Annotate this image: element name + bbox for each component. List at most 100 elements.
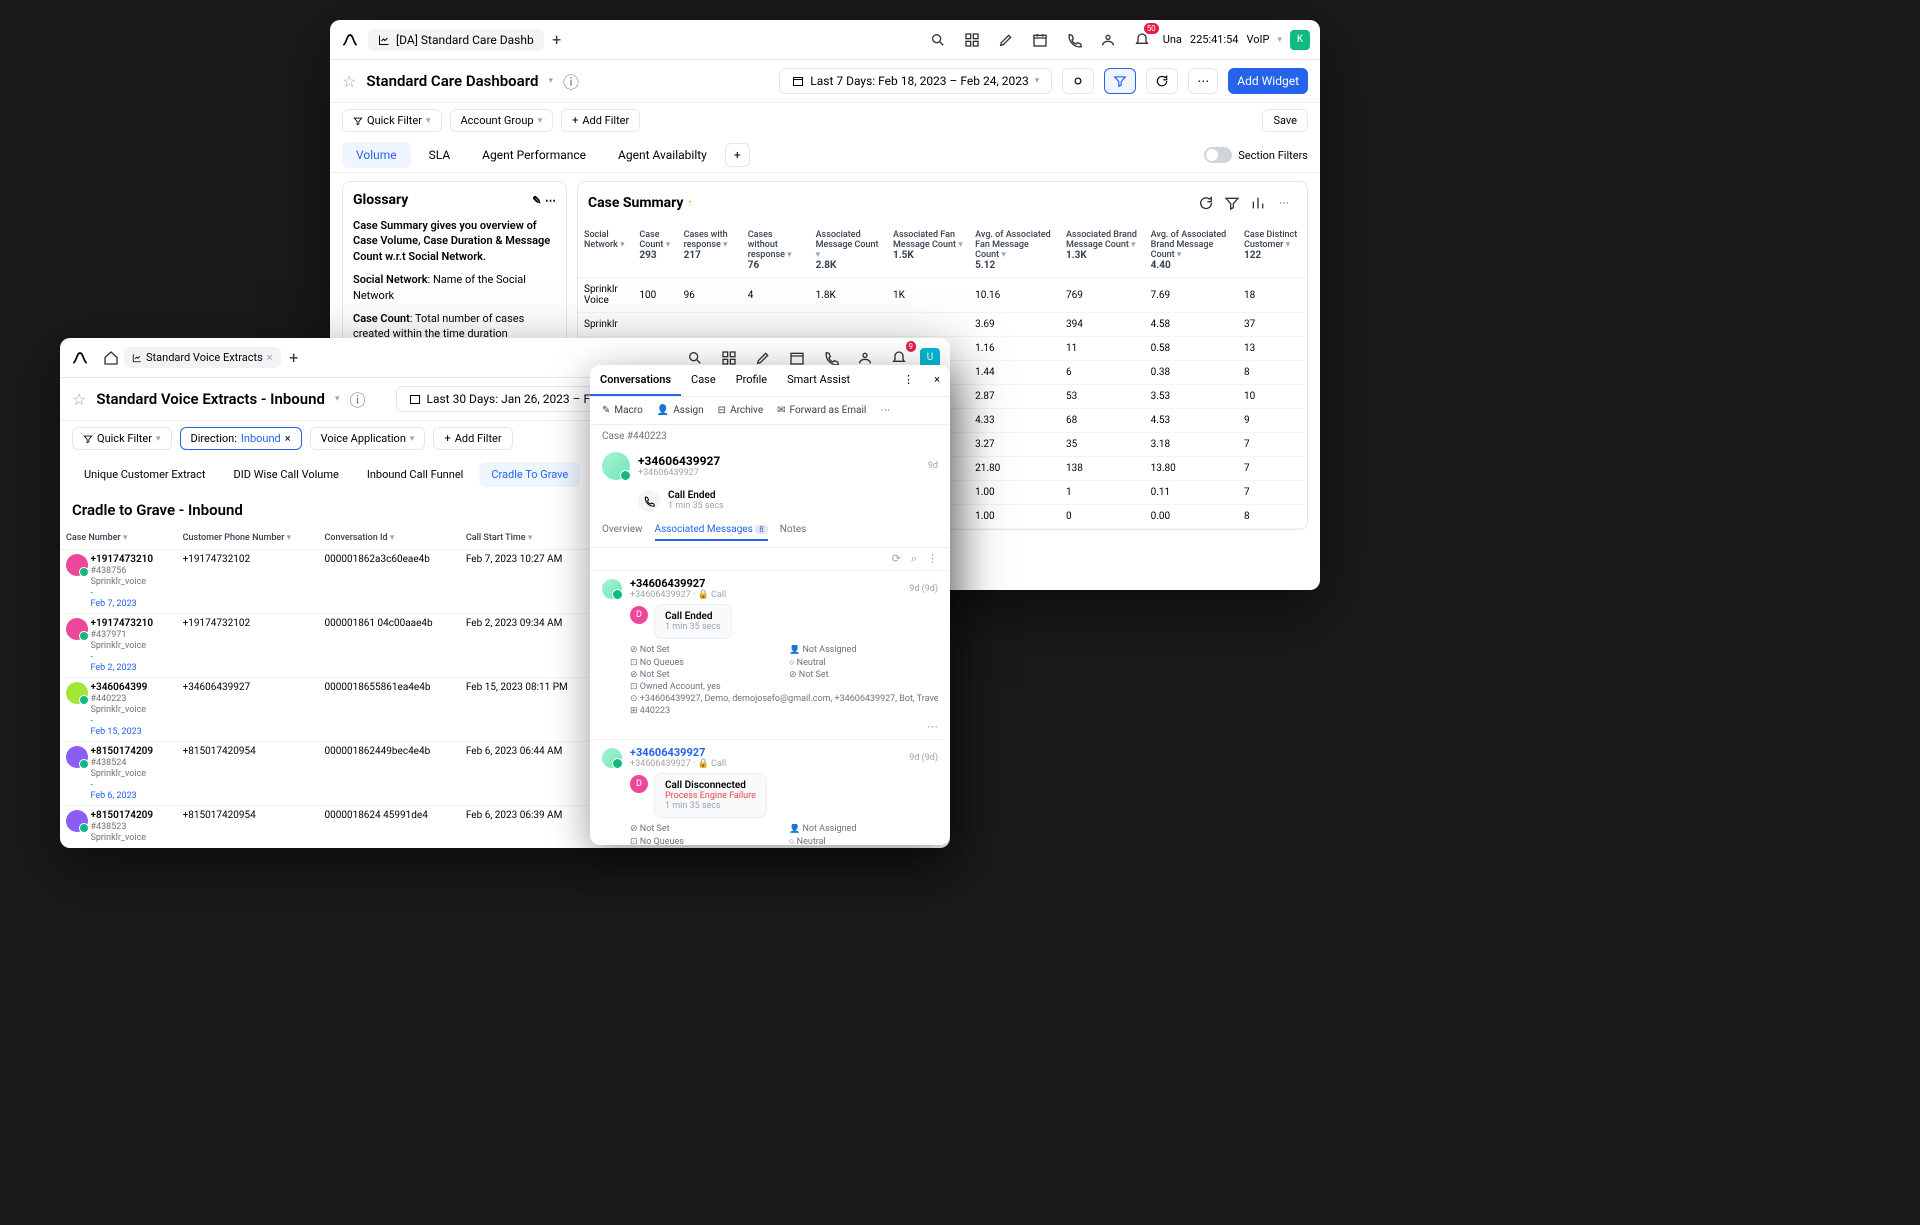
table-header[interactable]: Cases without response ▾76 — [742, 224, 810, 278]
close-icon[interactable]: × — [924, 365, 950, 396]
chevron-down-icon[interactable]: ▾ — [548, 76, 553, 86]
table-header[interactable]: Conversation Id ▾ — [318, 527, 459, 550]
table-header[interactable]: Associated Brand Message Count ▾1.3K — [1060, 224, 1145, 278]
section-filters-toggle[interactable]: Section Filters — [1204, 147, 1308, 163]
refresh-icon[interactable] — [1193, 190, 1219, 216]
account-group-pill[interactable]: Account Group▾ — [450, 109, 554, 132]
table-header[interactable]: Associated Message Count ▾2.8K — [810, 224, 887, 278]
tab-agent-performance[interactable]: Agent Performance — [468, 142, 600, 168]
tab-associated-messages[interactable]: Associated Messages 8 — [655, 524, 768, 541]
tab-sla[interactable]: SLA — [415, 142, 465, 168]
tab-cradle-to-grave[interactable]: Cradle To Grave — [479, 462, 580, 487]
chevron-down-icon[interactable]: ▾ — [335, 394, 340, 404]
tab-notes[interactable]: Notes — [780, 524, 807, 541]
add-filter-pill[interactable]: + Add Filter — [561, 109, 640, 132]
calendar-icon — [409, 393, 421, 405]
info-icon[interactable]: ⓘ — [349, 387, 365, 411]
search-icon[interactable] — [925, 27, 951, 53]
tab-profile[interactable]: Profile — [726, 365, 777, 396]
refresh-button[interactable] — [1146, 68, 1178, 94]
add-section-tab[interactable]: + — [725, 143, 750, 167]
table-row[interactable]: Sprinklr3.693944.5837 — [578, 313, 1307, 337]
tab-agent-availability[interactable]: Agent Availabilty — [604, 142, 721, 168]
search-icon[interactable]: ⌕ — [911, 552, 917, 566]
home-icon[interactable] — [98, 345, 124, 371]
notifications-icon[interactable] — [1129, 27, 1155, 53]
tab-overview[interactable]: Overview — [602, 524, 643, 541]
calendar-icon[interactable] — [1027, 27, 1053, 53]
filter-bar: Quick Filter▾ Account Group▾ + Add Filte… — [330, 103, 1320, 138]
chevron-down-icon[interactable]: ▾ — [1277, 35, 1282, 45]
forward-action[interactable]: ✉ Forward as Email — [777, 405, 866, 416]
add-widget-button[interactable]: Add Widget — [1228, 68, 1308, 94]
user-avatar[interactable]: K — [1290, 30, 1310, 50]
quick-filter-pill[interactable]: Quick Filter▾ — [342, 109, 442, 132]
macro-action[interactable]: ✎ Macro — [602, 405, 643, 416]
table-header[interactable]: Avg. of Associated Fan Message Count ▾5.… — [969, 224, 1060, 278]
more-icon[interactable]: ⋯ — [880, 405, 890, 416]
edit-icon[interactable] — [993, 27, 1019, 53]
topbar: [DA] Standard Care Dashb + Una 225:41:54… — [330, 20, 1320, 60]
tab-unique-customer[interactable]: Unique Customer Extract — [72, 462, 218, 487]
more-icon[interactable]: ⋯ — [1271, 190, 1297, 216]
tab-smart-assist[interactable]: Smart Assist — [777, 365, 860, 396]
case-summary-title: Case Summary — [588, 195, 683, 211]
more-icon[interactable]: ⋯ — [545, 194, 556, 207]
browser-tab[interactable]: Standard Voice Extracts × — [124, 347, 281, 368]
chart-icon — [132, 353, 142, 363]
more-icon[interactable]: ⋮ — [893, 365, 924, 396]
table-header[interactable]: Cases with response ▾217 — [678, 224, 742, 278]
message-item[interactable]: +34606439927+34606439927 · 🔒 Call9d (9d)… — [590, 570, 950, 739]
filter-icon[interactable] — [1219, 190, 1245, 216]
add-filter-pill[interactable]: + Add Filter — [433, 427, 512, 450]
phone-icon — [638, 490, 660, 512]
edit-icon[interactable]: ✎ — [532, 194, 541, 207]
apps-icon[interactable] — [959, 27, 985, 53]
new-tab-button[interactable]: + — [544, 27, 570, 53]
table-header[interactable]: Customer Phone Number ▾ — [177, 527, 319, 550]
app-logo — [340, 30, 360, 50]
chevron-down-icon: ▾ — [1035, 76, 1040, 86]
star-icon[interactable]: ☆ — [72, 390, 86, 409]
date-range-text: Last 7 Days: Feb 18, 2023 – Feb 24, 2023 — [810, 74, 1028, 88]
team-icon[interactable] — [1095, 27, 1121, 53]
tab-case[interactable]: Case — [681, 365, 726, 396]
tab-volume[interactable]: Volume — [342, 142, 411, 168]
quick-filter-pill[interactable]: Quick Filter▾ — [72, 427, 172, 450]
table-header[interactable]: Call Start Time ▾ — [460, 527, 594, 550]
close-icon[interactable]: × — [285, 432, 291, 445]
add-filter-label: Add Filter — [582, 114, 629, 127]
app-logo — [70, 348, 90, 368]
refresh-icon[interactable]: ⟳ — [892, 552, 901, 566]
table-header[interactable]: Social Network ▾ — [578, 224, 633, 278]
table-header[interactable]: Avg. of Associated Brand Message Count ▾… — [1145, 224, 1238, 278]
close-icon[interactable]: × — [267, 351, 273, 364]
tab-inbound-funnel[interactable]: Inbound Call Funnel — [355, 462, 476, 487]
direction-filter-pill[interactable]: Direction: Inbound × — [180, 427, 302, 450]
table-row[interactable]: Sprinklr Voice1009641.8K1K10.167697.6918 — [578, 278, 1307, 313]
browser-tab[interactable]: [DA] Standard Care Dashb — [368, 29, 544, 51]
save-button[interactable]: Save — [1262, 109, 1308, 132]
table-header[interactable]: Case Distinct Customer ▾122 — [1238, 224, 1307, 278]
more-button[interactable]: ⋯ — [1188, 68, 1218, 94]
date-range-picker[interactable]: Last 7 Days: Feb 18, 2023 – Feb 24, 2023… — [779, 68, 1052, 94]
assign-action[interactable]: 👤 Assign — [657, 405, 704, 416]
sort-icon: ↑ — [687, 198, 692, 209]
new-tab-button[interactable]: + — [281, 345, 307, 371]
star-icon[interactable]: ☆ — [342, 72, 356, 91]
phone-icon[interactable] — [1061, 27, 1087, 53]
tab-did-volume[interactable]: DID Wise Call Volume — [222, 462, 351, 487]
tab-conversations[interactable]: Conversations — [590, 365, 681, 396]
message-item[interactable]: +34606439927+34606439927 · 🔒 Call9d (9d)… — [590, 739, 950, 845]
chart-icon[interactable] — [1245, 190, 1271, 216]
table-header[interactable]: Associated Fan Message Count ▾1.5K — [887, 224, 969, 278]
archive-action[interactable]: ⊟ Archive — [718, 405, 763, 416]
table-header[interactable]: Case Count ▾293 — [633, 224, 677, 278]
filter-button[interactable] — [1104, 68, 1136, 94]
theme-toggle[interactable] — [1062, 68, 1094, 94]
table-header[interactable]: Case Number ▾ — [60, 527, 177, 550]
more-icon[interactable]: ⋮ — [927, 552, 938, 566]
info-icon[interactable]: ⓘ — [563, 69, 579, 93]
voice-app-pill[interactable]: Voice Application▾ — [310, 427, 426, 450]
tab-title: [DA] Standard Care Dashb — [396, 33, 534, 47]
